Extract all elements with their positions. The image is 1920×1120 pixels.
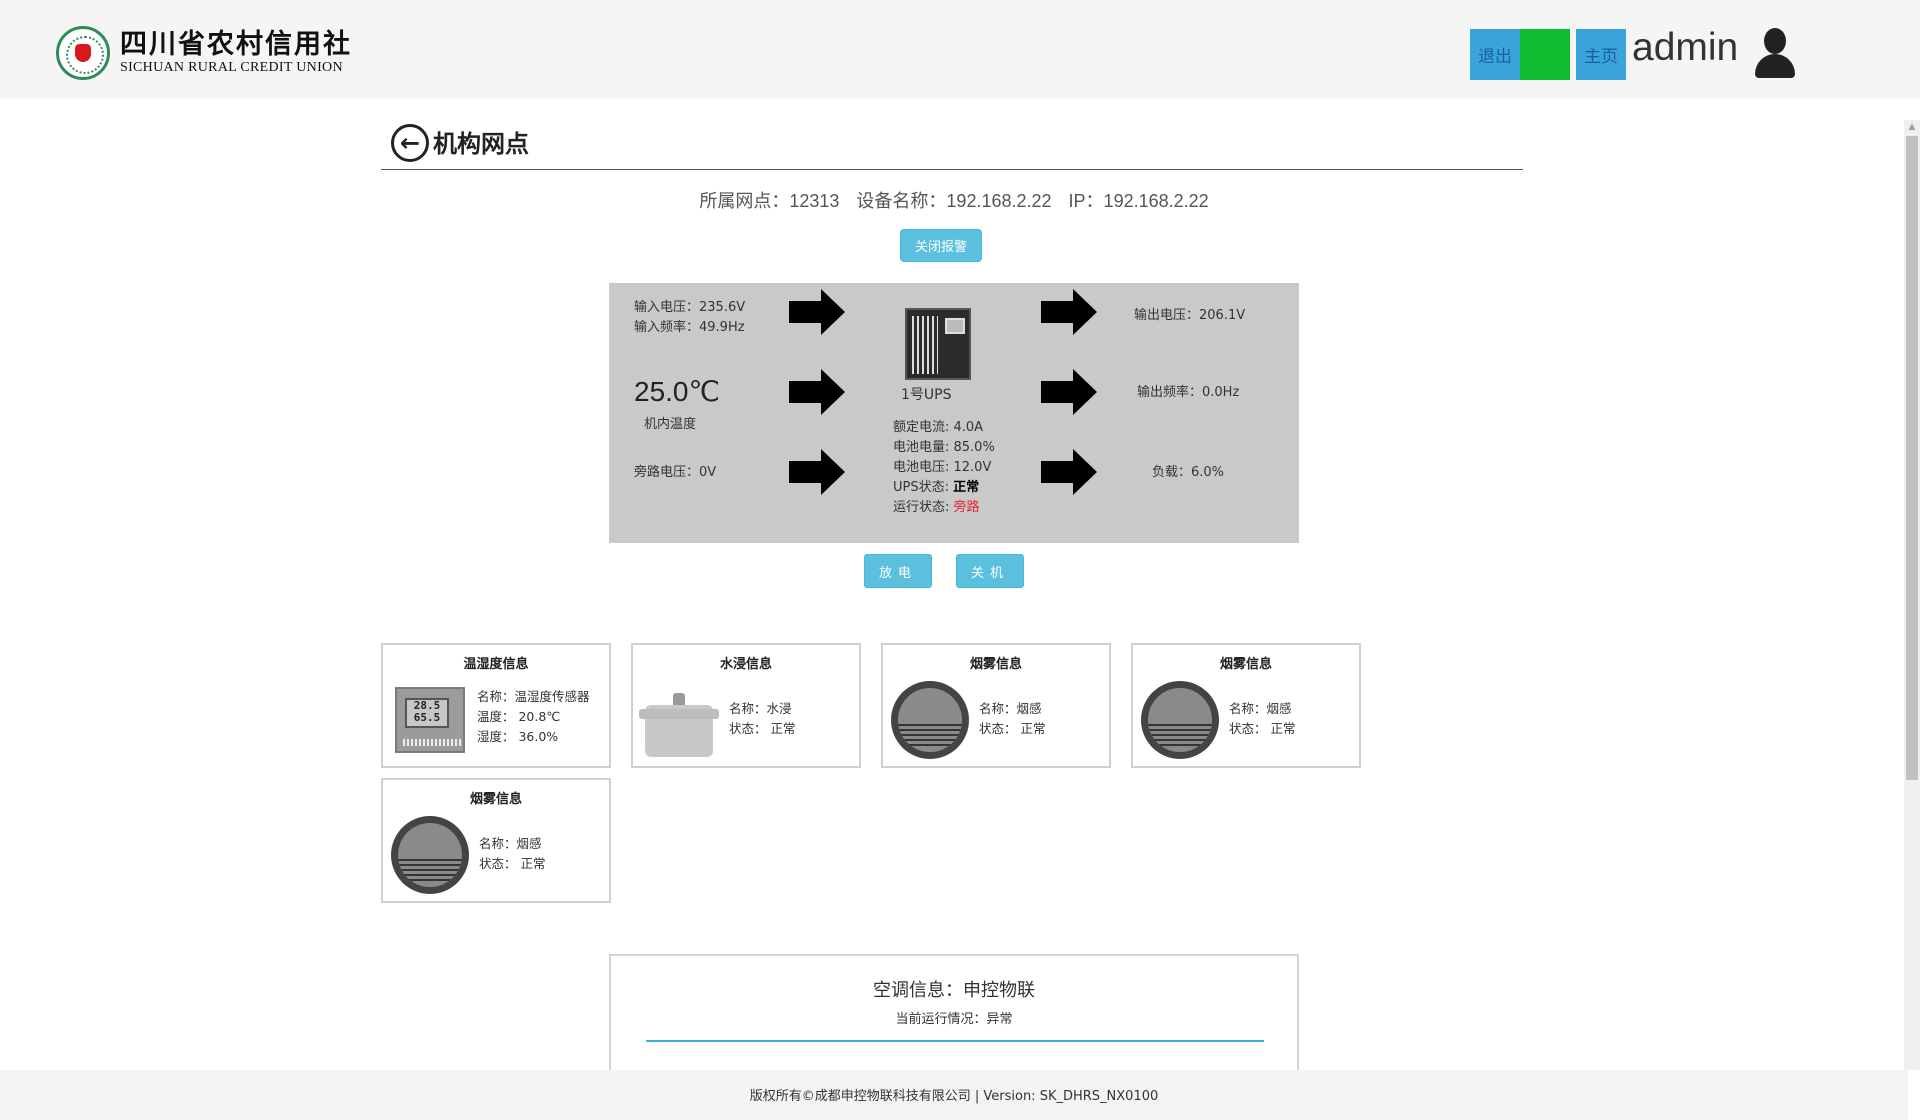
logo-emblem-icon (56, 26, 110, 80)
vertical-scrollbar[interactable]: ▲ (1904, 120, 1920, 1070)
discharge-button[interactable]: 放电 (864, 554, 932, 588)
logo-name-cn: 四川省农村信用社 (120, 29, 352, 60)
internal-temperature-label: 机内温度 (644, 417, 697, 432)
thermometer-display-bottom: 65.5 (413, 711, 441, 724)
sensor-name: 名称：烟感 (479, 836, 542, 851)
ac-status: 当前运行情况：异常 (895, 1012, 1013, 1027)
bypass-voltage: 旁路电压：0V (634, 465, 717, 480)
smoke-card[interactable]: 烟雾信息 名称：烟感 状态： 正常 (1131, 643, 1361, 768)
thermometer-icon: 28.5 65.5 (395, 687, 465, 753)
arrow-right-icon (789, 449, 845, 495)
input-frequency: 输入频率：49.9Hz (634, 320, 745, 335)
card-title: 烟雾信息 (469, 792, 522, 807)
card-title: 水浸信息 (719, 657, 772, 672)
arrow-right-icon (1041, 289, 1097, 335)
device-info: 所属网点：12313 设备名称：192.168.2.22 IP：192.168.… (0, 187, 1908, 213)
sensor-name: 名称：烟感 (979, 701, 1042, 716)
ups-name: 1号UPS (901, 387, 952, 403)
username: admin (1632, 26, 1739, 69)
arrow-right-icon (1041, 369, 1097, 415)
internal-temperature: 25.0℃ (634, 376, 720, 407)
load: 负载：6.0% (1152, 465, 1225, 480)
sensor-name: 名称：烟感 (1229, 701, 1292, 716)
card-title: 烟雾信息 (1219, 657, 1272, 672)
water-leak-card[interactable]: 水浸信息 名称：水浸 状态： 正常 (631, 643, 861, 768)
logo-name-en: SICHUAN RURAL CREDIT UNION (120, 60, 343, 75)
sensor-name: 名称：温湿度传感器 (477, 689, 590, 704)
shutdown-button[interactable]: 关机 (956, 554, 1024, 588)
device-name-info: 设备名称：192.168.2.22 (856, 191, 1052, 211)
smoke-detector-icon (391, 816, 469, 894)
smoke-card[interactable]: 烟雾信息 名称：烟感 状态： 正常 (381, 778, 611, 903)
ip-info: IP：192.168.2.22 (1068, 191, 1209, 211)
alarm-button[interactable]: 报警 (1520, 29, 1570, 80)
ups-status-label: UPS状态: (893, 480, 954, 495)
scroll-thumb[interactable] (1906, 136, 1918, 780)
close-alarm-button[interactable]: 关闭报警 (900, 229, 982, 262)
scroll-up-icon[interactable]: ▲ (1904, 120, 1920, 134)
sensor-temperature: 温度： 20.8℃ (477, 709, 561, 724)
page-title-bar: ← 机构网点 (381, 118, 1523, 170)
temp-humidity-card[interactable]: 温湿度信息 28.5 65.5 名称：温湿度传感器 温度： 20.8℃ 湿度： 3… (381, 643, 611, 768)
page-title: 机构网点 (433, 130, 529, 158)
logout-button[interactable]: 退出 (1470, 29, 1520, 80)
sensor-status: 状态： 正常 (729, 721, 796, 736)
run-status: 运行状态: 旁路 (893, 496, 980, 515)
ac-title: 空调信息：申控物联 (873, 980, 1035, 1001)
air-conditioner-panel: 空调信息：申控物联 当前运行情况：异常 (609, 954, 1299, 1074)
arrow-right-icon (789, 289, 845, 335)
sensor-status: 状态： 正常 (979, 721, 1046, 736)
footer: 版权所有©成都申控物联科技有限公司 | Version: SK_DHRS_NX0… (0, 1070, 1908, 1120)
output-voltage: 输出电压：206.1V (1134, 308, 1246, 323)
smoke-detector-icon (891, 681, 969, 759)
battery-voltage: 电池电压: 12.0V (893, 460, 992, 475)
branch-info: 所属网点：12313 (699, 191, 840, 211)
smoke-detector-icon (1141, 681, 1219, 759)
home-button[interactable]: 主页 (1576, 29, 1626, 80)
user-avatar-icon[interactable] (1752, 26, 1798, 80)
sensor-humidity: 湿度： 36.0% (477, 729, 559, 744)
input-voltage: 输入电压：235.6V (634, 300, 746, 315)
rated-current: 额定电流: 4.0A (893, 420, 984, 435)
ups-panel: 输入电压：235.6V 输入频率：49.9Hz 25.0℃ 机内温度 旁路电压：… (609, 283, 1299, 543)
divider (646, 1040, 1264, 1042)
logo: 四川省农村信用社 SICHUAN RURAL CREDIT UNION (56, 26, 352, 80)
arrow-right-icon (789, 369, 845, 415)
run-status-label: 运行状态: (893, 500, 954, 515)
ups-status-value: 正常 (953, 480, 980, 495)
battery-level: 电池电量: 85.0% (893, 440, 995, 455)
card-title: 温湿度信息 (463, 657, 529, 672)
sensor-name: 名称：水浸 (729, 701, 792, 716)
card-title: 烟雾信息 (969, 657, 1022, 672)
water-sensor-icon (639, 693, 719, 759)
smoke-card[interactable]: 烟雾信息 名称：烟感 状态： 正常 (881, 643, 1111, 768)
run-status-value: 旁路 (953, 500, 980, 515)
back-arrow-icon[interactable]: ← (391, 124, 429, 162)
ups-device-icon (905, 308, 971, 380)
arrow-right-icon (1041, 449, 1097, 495)
sensor-status: 状态： 正常 (1229, 721, 1296, 736)
output-frequency: 输出频率：0.0Hz (1137, 385, 1240, 400)
ups-status: UPS状态: 正常 (893, 476, 979, 495)
header: 四川省农村信用社 SICHUAN RURAL CREDIT UNION 退出 报… (0, 0, 1920, 99)
sensor-status: 状态： 正常 (479, 856, 546, 871)
